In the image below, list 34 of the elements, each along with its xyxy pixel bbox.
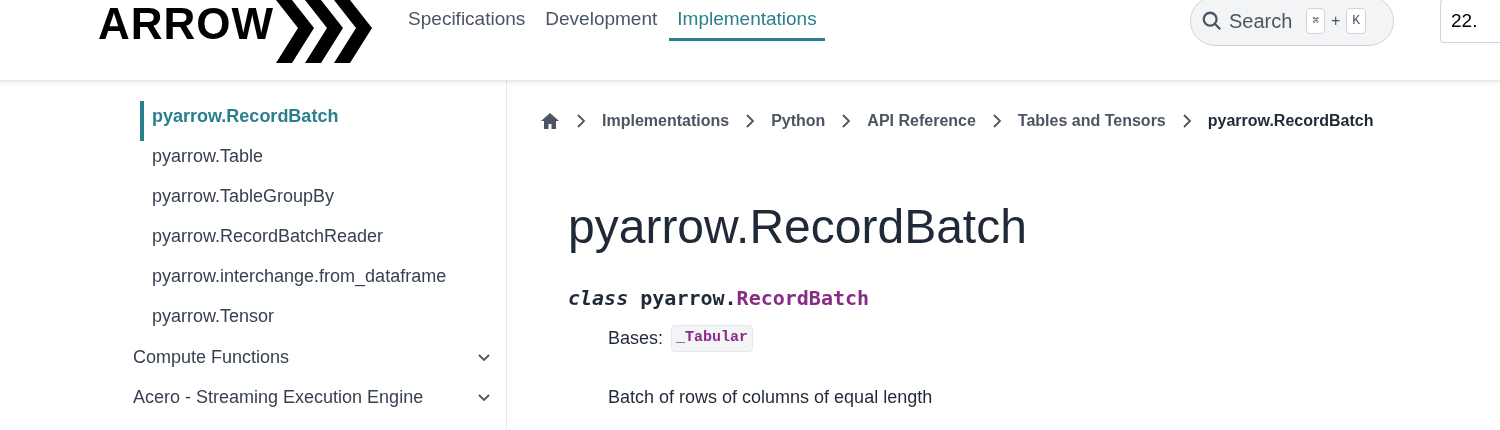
class-description: Batch of rows of columns of equal length	[607, 386, 934, 409]
sidebar-link[interactable]: pyarrow.TableGroupBy	[140, 181, 494, 221]
search-button[interactable]: Search ⌘ + K	[1190, 0, 1394, 46]
nav-tab[interactable]: Implementations	[669, 0, 825, 41]
chevron-right-icon	[1181, 114, 1192, 128]
version-dropdown[interactable]: 22.	[1440, 0, 1500, 43]
nav-tab[interactable]: Specifications	[400, 0, 534, 41]
breadcrumb-link[interactable]: Tables and Tensors	[1017, 109, 1166, 133]
sidebar-link[interactable]: pyarrow.Table	[140, 141, 494, 181]
sidebar-link[interactable]: pyarrow.Tensor	[140, 301, 494, 341]
key-hint: K	[1346, 8, 1367, 34]
sidebar-section-link[interactable]: Acero - Streaming Execution Engine	[133, 383, 424, 411]
key-hint: ⌘	[1306, 7, 1325, 35]
sidebar-link[interactable]: pyarrow.RecordBatch	[140, 101, 494, 141]
page-title: pyarrow.RecordBatch	[567, 203, 1028, 251]
current-page-label: pyarrow.RecordBatch	[1207, 111, 1374, 131]
breadcrumb-link[interactable]: Implementations	[602, 109, 730, 133]
home-icon[interactable]	[540, 112, 560, 130]
breadcrumb-link[interactable]: API Reference	[867, 109, 976, 133]
bases-label: Bases:	[608, 327, 664, 350]
chevron-right-icon	[991, 114, 1002, 128]
search-icon	[1201, 10, 1223, 32]
chevron-right-icon	[841, 114, 852, 128]
chevron-right-icon	[745, 114, 756, 128]
nav-tab[interactable]: Development	[537, 0, 666, 41]
sidebar-section-link[interactable]: Compute Functions	[133, 343, 290, 371]
plus-sign: +	[1331, 11, 1341, 31]
chevron-right-icon	[576, 114, 586, 128]
sidebar-link[interactable]: pyarrow.interchange.from_dataframe	[140, 261, 494, 301]
breadcrumb-link[interactable]: Python	[771, 109, 826, 133]
class-signature: class pyarrow.RecordBatch	[567, 285, 871, 312]
sidebar-link[interactable]: pyarrow.RecordBatchReader	[140, 221, 494, 261]
logo-text[interactable]: ARROW	[98, 2, 275, 46]
base-class-link[interactable]: _Tabular	[671, 325, 754, 352]
